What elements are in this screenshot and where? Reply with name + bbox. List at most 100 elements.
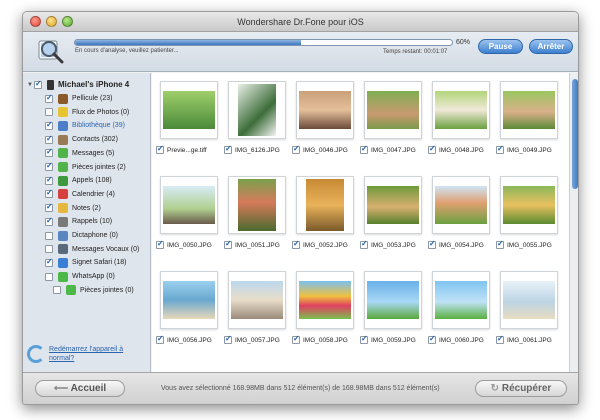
minimize-window-icon[interactable] (46, 16, 57, 27)
stop-button[interactable]: Arrêter (529, 39, 573, 54)
photo-thumbnail[interactable] (160, 176, 218, 234)
photo-item[interactable]: IMG_0048.JPG (428, 79, 494, 177)
category-checkbox[interactable] (45, 175, 53, 185)
photo-thumbnail[interactable] (296, 176, 354, 234)
sidebar-item[interactable]: WhatsApp (0) (45, 270, 115, 283)
photo-item[interactable]: IMG_0059.JPG (360, 269, 426, 367)
photo-checkbox[interactable] (224, 144, 232, 154)
sidebar-item[interactable]: Messages (5) (45, 147, 114, 160)
photo-checkbox[interactable] (428, 239, 436, 249)
photo-filename: IMG_0048.JPG (439, 146, 484, 154)
vertical-scrollbar[interactable] (569, 73, 578, 372)
photo-checkbox[interactable] (496, 144, 504, 154)
pause-button[interactable]: Pause (478, 39, 523, 54)
photo-checkbox[interactable] (292, 144, 300, 154)
sidebar-item[interactable]: Rappels (10) (45, 215, 112, 228)
photo-thumbnail[interactable] (364, 176, 422, 234)
photo-thumbnail[interactable] (228, 271, 286, 329)
photo-item[interactable]: IMG_0060.JPG (428, 269, 494, 367)
photo-thumbnail[interactable] (296, 271, 354, 329)
photo-thumbnail[interactable] (500, 81, 558, 139)
photo-checkbox[interactable] (156, 144, 164, 154)
photo-thumbnail[interactable] (160, 81, 218, 139)
photo-item[interactable]: IMG_0049.JPG (496, 79, 562, 177)
home-button[interactable]: ⟵ Accueil (35, 380, 125, 397)
photo-checkbox[interactable] (428, 144, 436, 154)
photo-item[interactable]: IMG_0047.JPG (360, 79, 426, 177)
device-checkbox[interactable] (34, 79, 42, 89)
category-checkbox[interactable] (45, 216, 53, 226)
photo-thumbnail[interactable] (432, 176, 490, 234)
category-checkbox[interactable] (45, 161, 53, 171)
category-checkbox[interactable] (45, 134, 53, 144)
photo-thumbnail[interactable] (432, 81, 490, 139)
photo-item[interactable]: IMG_6126.JPG (224, 79, 290, 177)
photo-checkbox[interactable] (224, 334, 232, 344)
sidebar-item[interactable]: Flux de Photos (0) (45, 106, 129, 119)
sidebar-item-label: Bibliothèque (39) (72, 122, 125, 130)
restart-device-text[interactable]: Redémarrez l'appareil à normal? (49, 345, 144, 363)
sidebar-device-row[interactable]: ▼ Michael's iPhone 4 (27, 78, 129, 91)
photo-item[interactable]: IMG_0055.JPG (496, 174, 562, 272)
photo-thumbnail[interactable] (364, 271, 422, 329)
scrollbar-thumb[interactable] (572, 79, 578, 189)
category-checkbox[interactable] (45, 120, 53, 130)
category-checkbox[interactable] (45, 245, 53, 254)
photo-item[interactable]: IMG_0050.JPG (156, 174, 222, 272)
photo-checkbox[interactable] (224, 239, 232, 249)
sidebar-item[interactable]: Pièces jointes (0) (53, 284, 134, 297)
close-window-icon[interactable] (30, 16, 41, 27)
sidebar-item[interactable]: Bibliothèque (39) (45, 119, 125, 132)
photo-item[interactable]: IMG_0058.JPG (292, 269, 358, 367)
category-checkbox[interactable] (45, 272, 53, 281)
zoom-window-icon[interactable] (62, 16, 73, 27)
recover-button[interactable]: ↻ Récupérer (475, 380, 567, 397)
sidebar-item[interactable]: Appels (108) (45, 174, 112, 187)
sidebar-item[interactable]: Messages Vocaux (0) (45, 243, 139, 256)
photo-thumbnail[interactable] (228, 176, 286, 234)
sidebar-item[interactable]: Pièces jointes (2) (45, 161, 126, 174)
sidebar-item[interactable]: Signet Safari (18) (45, 256, 126, 269)
expand-triangle-icon[interactable]: ▼ (27, 82, 34, 88)
category-checkbox[interactable] (45, 202, 53, 213)
photo-thumbnail[interactable] (160, 271, 218, 329)
photo-checkbox[interactable] (156, 334, 164, 344)
category-checkbox[interactable] (45, 93, 53, 103)
photo-filename: IMG_0049.JPG (507, 146, 552, 154)
category-checkbox[interactable] (45, 108, 53, 117)
sidebar-item[interactable]: Notes (2) (45, 202, 101, 215)
photo-item[interactable]: IMG_0053.JPG (360, 174, 426, 272)
photo-checkbox[interactable] (428, 334, 436, 344)
photo-checkbox[interactable] (360, 144, 368, 154)
photo-item[interactable]: IMG_0052.JPG (292, 174, 358, 272)
photo-thumbnail[interactable] (432, 271, 490, 329)
photo-item[interactable]: Previe...ge.tiff (156, 79, 222, 177)
photo-item[interactable]: IMG_0046.JPG (292, 79, 358, 177)
category-checkbox[interactable] (45, 147, 53, 158)
photo-thumbnail[interactable] (228, 81, 286, 139)
sidebar-item[interactable]: Pellicule (23) (45, 92, 112, 105)
category-checkbox[interactable] (45, 231, 53, 240)
photo-checkbox[interactable] (156, 239, 164, 249)
photo-item[interactable]: IMG_0054.JPG (428, 174, 494, 272)
photo-item[interactable]: IMG_0057.JPG (224, 269, 290, 367)
photo-checkbox[interactable] (496, 334, 504, 344)
photo-checkbox[interactable] (292, 334, 300, 344)
photo-checkbox[interactable] (292, 239, 300, 249)
photo-checkbox[interactable] (360, 334, 368, 344)
photo-thumbnail[interactable] (500, 271, 558, 329)
photo-thumbnail[interactable] (500, 176, 558, 234)
category-checkbox[interactable] (45, 188, 53, 199)
photo-checkbox[interactable] (496, 239, 504, 249)
photo-checkbox[interactable] (360, 239, 368, 249)
sidebar-item[interactable]: Contacts (302) (45, 133, 118, 146)
photo-item[interactable]: IMG_0056.JPG (156, 269, 222, 367)
photo-item[interactable]: IMG_0051.JPG (224, 174, 290, 272)
photo-thumbnail[interactable] (364, 81, 422, 139)
category-checkbox[interactable] (53, 286, 61, 295)
photo-thumbnail[interactable] (296, 81, 354, 139)
category-checkbox[interactable] (45, 257, 53, 267)
sidebar-item[interactable]: Calendrier (4) (45, 188, 115, 201)
sidebar-item[interactable]: Dictaphone (0) (45, 229, 118, 242)
photo-item[interactable]: IMG_0061.JPG (496, 269, 562, 367)
